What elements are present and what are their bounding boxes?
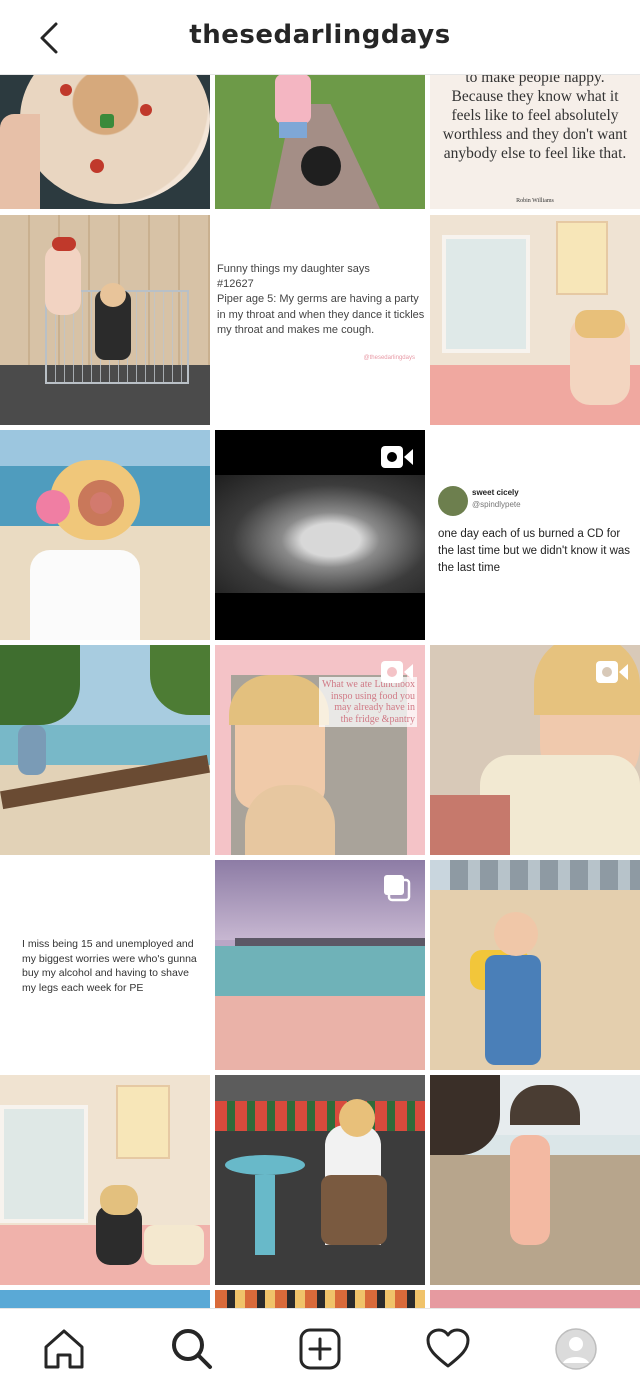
post-tile-woman-selfie[interactable] bbox=[430, 645, 640, 855]
video-icon bbox=[596, 661, 628, 683]
post-tile-video-classic[interactable] bbox=[215, 430, 425, 640]
post-tile-tweet[interactable]: sweet cicely @spindlypete one day each o… bbox=[430, 430, 640, 640]
quote-author: Robin Williams bbox=[516, 198, 554, 204]
post-tile-food[interactable] bbox=[0, 74, 210, 209]
funny-things-handle: @thesedarlingdays bbox=[363, 355, 415, 361]
actress-video-still bbox=[215, 475, 425, 593]
video-icon bbox=[381, 661, 413, 683]
quote-text: to make people happy. Because they know … bbox=[442, 74, 628, 162]
post-tile-donut-beach[interactable] bbox=[0, 430, 210, 640]
cafe-table-image bbox=[225, 1155, 305, 1175]
search-icon[interactable] bbox=[168, 1325, 216, 1373]
rocks-image bbox=[430, 1075, 500, 1155]
post-tile-partial-2[interactable] bbox=[215, 1290, 425, 1308]
post-tile-beach-storm[interactable] bbox=[215, 860, 425, 1070]
home-icon[interactable] bbox=[40, 1325, 88, 1373]
funny-things-line2: #12627 bbox=[217, 278, 254, 290]
add-post-icon[interactable] bbox=[296, 1325, 344, 1373]
post-tile-child-path[interactable] bbox=[215, 74, 425, 209]
post-tile-cafe[interactable] bbox=[215, 1075, 425, 1285]
post-tile-bedroom-girl-cat[interactable] bbox=[0, 1075, 210, 1285]
post-tile-funny-things[interactable]: Funny things my daughter says #12627 Pip… bbox=[215, 215, 425, 425]
tweet-text: one day each of us burned a CD for the l… bbox=[438, 528, 631, 574]
post-tile-quote[interactable]: to make people happy. Because they know … bbox=[430, 74, 640, 209]
post-tile-miss-15[interactable]: I miss being 15 and unemployed and my bi… bbox=[0, 860, 210, 1070]
post-tile-partial-1[interactable] bbox=[0, 1290, 210, 1308]
bottom-navigation bbox=[0, 1308, 640, 1387]
post-tile-rocks-beach[interactable] bbox=[430, 1075, 640, 1285]
post-tile-partial-3[interactable] bbox=[430, 1290, 640, 1308]
post-tile-girl-bedroom[interactable] bbox=[430, 215, 640, 425]
jetty-image bbox=[235, 938, 425, 946]
funny-things-line3: Piper age 5: My germs are having a party… bbox=[217, 293, 425, 336]
post-tile-overalls-beach[interactable] bbox=[430, 860, 640, 1070]
multiple-photos-icon bbox=[384, 875, 411, 902]
tweet-handle: @spindlypete bbox=[472, 500, 521, 509]
funny-things-line1: Funny things my daughter says bbox=[217, 263, 370, 275]
post-tile-lunchbox[interactable]: What we ate Lunchbox inspo using food yo… bbox=[215, 645, 425, 855]
post-tile-tree-beach[interactable] bbox=[0, 645, 210, 855]
video-icon bbox=[381, 446, 413, 468]
profile-avatar-icon[interactable] bbox=[552, 1325, 600, 1373]
top-header: thesedarlingdays bbox=[0, 0, 640, 75]
heart-icon[interactable] bbox=[424, 1325, 472, 1373]
post-tile-shopping-cart[interactable] bbox=[0, 215, 210, 425]
food-plate-image bbox=[20, 74, 210, 204]
miss-15-text: I miss being 15 and unemployed and my bi… bbox=[22, 938, 197, 994]
tweet-avatar bbox=[438, 486, 468, 516]
child-figure-image bbox=[275, 74, 311, 124]
tweet-name: sweet cicely bbox=[472, 488, 519, 497]
profile-username-title: thesedarlingdays bbox=[189, 20, 451, 50]
